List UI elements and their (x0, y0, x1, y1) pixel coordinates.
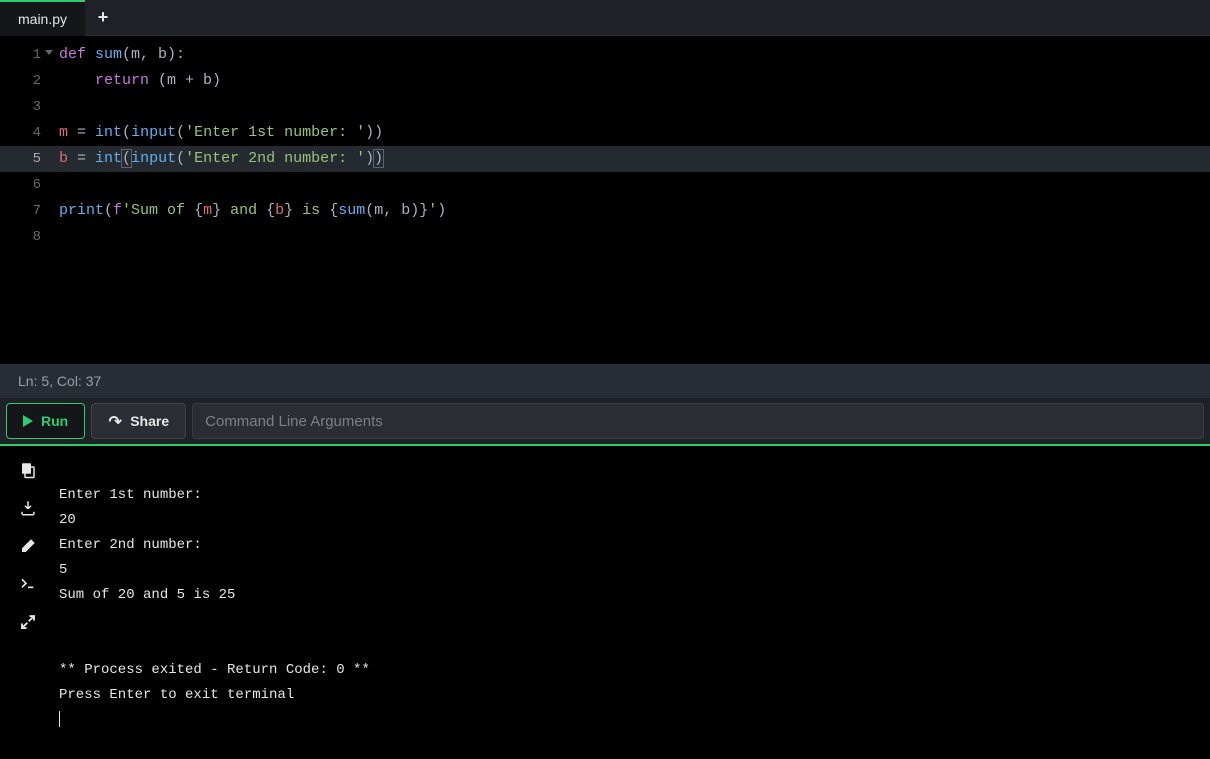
code-area[interactable]: def sum(m, b): return (m + b) m = int(in… (55, 36, 1210, 364)
terminal-output[interactable]: Enter 1st number: 20 Enter 2nd number: 5… (55, 446, 1210, 759)
share-label: Share (130, 413, 169, 429)
tab-bar: main.py + (0, 0, 1210, 36)
line-number: 8 (0, 224, 55, 250)
code-line (55, 94, 1210, 120)
terminal-line: 20 (59, 512, 76, 528)
tab-label: main.py (18, 11, 67, 27)
line-number: 7 (0, 198, 55, 224)
terminal-sidebar (0, 446, 55, 759)
cursor-position: Ln: 5, Col: 37 (18, 373, 101, 389)
terminal-panel: Enter 1st number: 20 Enter 2nd number: 5… (0, 444, 1210, 759)
code-editor[interactable]: 1 2 3 4 5 6 7 8 def sum(m, b): return (m… (0, 36, 1210, 364)
line-number: 6 (0, 172, 55, 198)
line-number: 3 (0, 94, 55, 120)
terminal-cursor (59, 711, 60, 727)
code-line (55, 172, 1210, 198)
run-label: Run (41, 413, 68, 429)
terminal-line: Press Enter to exit terminal (59, 687, 294, 703)
eraser-icon[interactable] (18, 536, 38, 556)
code-line: print(f'Sum of {m} and {b} is {sum(m, b)… (55, 198, 1210, 224)
terminal-line: Enter 2nd number: (59, 537, 210, 553)
terminal-icon[interactable] (18, 574, 38, 594)
play-icon (23, 415, 33, 427)
command-line-args-input[interactable] (192, 403, 1204, 439)
line-number: 1 (0, 42, 55, 68)
fold-icon[interactable] (45, 50, 53, 55)
tab-file[interactable]: main.py (0, 0, 85, 36)
code-line: b = int(input('Enter 2nd number: ')) (55, 146, 1210, 172)
line-number: 5 (0, 146, 55, 172)
share-button[interactable]: Share (91, 403, 186, 439)
expand-icon[interactable] (18, 612, 38, 632)
code-line: def sum(m, b): (55, 42, 1210, 68)
terminal-line: 5 (59, 562, 67, 578)
code-line: return (m + b) (55, 68, 1210, 94)
toolbar: Run Share (0, 398, 1210, 444)
line-number: 4 (0, 120, 55, 146)
terminal-line: ** Process exited - Return Code: 0 ** (59, 662, 370, 678)
code-line (55, 224, 1210, 250)
add-tab-button[interactable]: + (85, 0, 121, 36)
share-icon (108, 414, 122, 428)
line-number: 2 (0, 68, 55, 94)
code-line: m = int(input('Enter 1st number: ')) (55, 120, 1210, 146)
terminal-line: Enter 1st number: (59, 487, 210, 503)
download-icon[interactable] (18, 498, 38, 518)
copy-icon[interactable] (18, 460, 38, 480)
terminal-line: Sum of 20 and 5 is 25 (59, 587, 235, 603)
gutter: 1 2 3 4 5 6 7 8 (0, 36, 55, 364)
status-bar: Ln: 5, Col: 37 (0, 364, 1210, 398)
run-button[interactable]: Run (6, 403, 85, 439)
